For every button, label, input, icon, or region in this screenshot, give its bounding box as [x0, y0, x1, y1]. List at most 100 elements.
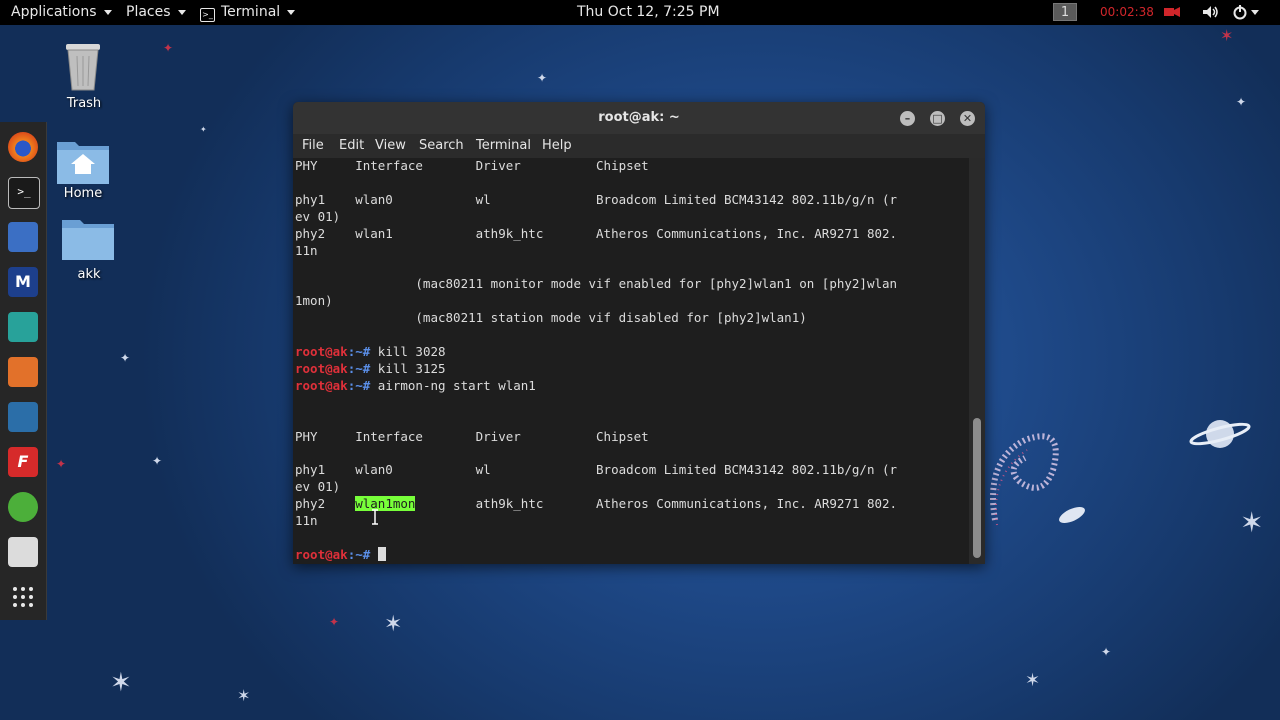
output-line: 11n [295, 242, 318, 258]
cherrytree-icon[interactable] [8, 537, 38, 567]
star-decoration: ✶ [1220, 26, 1234, 45]
selected-interface-highlight[interactable]: wlan1mon [355, 496, 416, 512]
output-line: phy1 wlan0 wl Broadcom Limited BCM43142 … [295, 462, 898, 478]
active-prompt-line[interactable]: root@ak:~# [295, 546, 971, 564]
output-line: ev 01) [295, 479, 341, 495]
file-manager-icon[interactable] [8, 222, 38, 252]
workspace-indicator[interactable]: 1 [1053, 3, 1077, 21]
armitage-icon[interactable] [8, 312, 38, 342]
dock: >_ M F [0, 122, 47, 620]
power-icon[interactable] [1232, 4, 1248, 20]
terminal-icon: >_ [200, 8, 215, 22]
trash-label[interactable]: Trash [58, 96, 110, 111]
star-decoration: ✦ [152, 454, 163, 468]
star-decoration: ✦ [329, 615, 340, 629]
burpsuite-icon[interactable] [8, 357, 38, 387]
command-text: kill 3125 [370, 360, 446, 376]
star-decoration: ✦ [200, 125, 207, 134]
driver-chipset-text: ath9k_htc Atheros Communications, Inc. A… [415, 496, 898, 512]
output-line: 1mon) [295, 293, 333, 309]
star-decoration: ✦ [163, 41, 174, 55]
recording-icon[interactable] [1164, 5, 1180, 19]
terminal-output[interactable]: PHY Interface Driver Chipset phy1 wlan0 … [295, 158, 971, 564]
prompt-path: :~# [347, 546, 371, 562]
prompt-user: root@ak [295, 546, 348, 562]
prompt-path: :~# [347, 377, 371, 393]
menu-terminal[interactable]: Terminal [476, 138, 531, 153]
leafpad-icon[interactable] [8, 492, 38, 522]
command-line: root@ak:~# kill 3028 [295, 344, 971, 361]
star-decoration: ✶ [1025, 670, 1041, 691]
firefox-icon[interactable] [8, 132, 38, 162]
close-button[interactable]: ✕ [960, 111, 975, 126]
command-line: root@ak:~# kill 3125 [295, 361, 971, 378]
output-line: (mac80211 station mode vif disabled for … [295, 310, 807, 326]
output-line: PHY Interface Driver Chipset [295, 428, 649, 444]
output-line: (mac80211 monitor mode vif enabled for [… [295, 276, 898, 292]
scrollbar[interactable] [969, 158, 985, 564]
applications-label: Applications [11, 4, 97, 20]
output-line: 11n [295, 513, 318, 529]
chevron-down-icon [177, 9, 186, 15]
output-line: PHY Interface Driver Chipset [295, 158, 649, 173]
prompt-path: :~# [347, 360, 371, 376]
terminal-dock-icon[interactable]: >_ [8, 177, 40, 209]
metasploit-icon[interactable]: M [8, 267, 38, 297]
prompt-path: :~# [347, 343, 371, 359]
star-decoration: ✶ [1240, 506, 1264, 539]
places-menu[interactable]: Places [126, 4, 186, 20]
menu-help[interactable]: Help [542, 138, 572, 153]
output-line: phy2 wlan1mon ath9k_htc Atheros Communic… [295, 496, 971, 513]
applications-menu[interactable]: Applications [11, 4, 112, 20]
maximize-button[interactable]: □ [930, 111, 945, 126]
chevron-down-icon[interactable] [1251, 10, 1259, 15]
maltego-icon[interactable] [8, 402, 38, 432]
home-label[interactable]: Home [55, 186, 111, 201]
phy-label: phy2 [295, 496, 356, 512]
trash-icon[interactable] [60, 36, 106, 92]
chevron-down-icon [287, 9, 296, 15]
home-folder-icon[interactable] [55, 136, 111, 186]
star-decoration: ✦ [537, 71, 548, 85]
clock[interactable]: Thu Oct 12, 7:25 PM [577, 4, 720, 20]
menu-bar: File Edit View Search Terminal Help [293, 134, 985, 158]
chevron-down-icon [103, 9, 112, 15]
places-label: Places [126, 4, 171, 20]
menu-file[interactable]: File [302, 138, 324, 153]
command-text: kill 3028 [370, 343, 446, 359]
akk-folder-label[interactable]: akk [62, 267, 116, 282]
terminal-label: Terminal [221, 4, 281, 20]
star-decoration: ✦ [1236, 95, 1247, 109]
star-decoration: ✦ [56, 457, 67, 471]
output-line: phy2 wlan1 ath9k_htc Atheros Communicati… [295, 225, 898, 241]
command-text: airmon-ng start wlan1 [370, 377, 536, 393]
text-cursor [377, 546, 386, 561]
terminal-app-menu[interactable]: >_ Terminal [200, 4, 296, 22]
scrollbar-thumb[interactable] [973, 418, 981, 558]
star-decoration: ✦ [1101, 645, 1112, 659]
prompt-user: root@ak [295, 343, 348, 359]
minimize-button[interactable]: – [900, 111, 915, 126]
output-line: ev 01) [295, 208, 341, 224]
recording-timer: 00:02:38 [1100, 5, 1154, 19]
star-decoration: ✶ [237, 686, 251, 705]
menu-search[interactable]: Search [419, 138, 464, 153]
menu-view[interactable]: View [375, 138, 406, 153]
command-line: root@ak:~# airmon-ng start wlan1 [295, 378, 971, 395]
prompt-user: root@ak [295, 360, 348, 376]
volume-icon[interactable] [1203, 5, 1219, 19]
star-decoration: ✶ [384, 612, 403, 637]
show-apps-grid-icon[interactable] [8, 582, 38, 612]
menu-edit[interactable]: Edit [339, 138, 364, 153]
planet-decoration [1189, 420, 1251, 448]
faraday-icon[interactable]: F [8, 447, 38, 477]
terminal-window[interactable]: root@ak: ~ – □ ✕ File Edit View Search T… [293, 102, 985, 564]
ibeam-cursor-icon [372, 509, 378, 525]
window-titlebar[interactable]: root@ak: ~ – □ ✕ [293, 102, 985, 134]
folder-icon[interactable] [60, 216, 116, 262]
